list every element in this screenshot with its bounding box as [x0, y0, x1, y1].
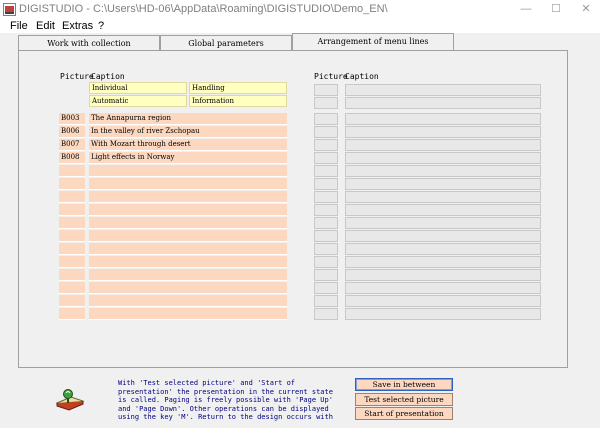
picture-cell[interactable] [59, 191, 85, 203]
caption-cell[interactable] [345, 97, 541, 109]
picture-cell[interactable] [314, 152, 338, 164]
left-header-picture: Picture [60, 72, 94, 81]
picture-cell[interactable] [314, 243, 338, 255]
option-information[interactable]: Information [189, 95, 287, 107]
picture-cell[interactable] [59, 165, 85, 177]
picture-cell[interactable] [59, 282, 85, 294]
picture-cell[interactable] [314, 230, 338, 242]
caption-cell[interactable] [345, 256, 541, 268]
picture-cell[interactable] [314, 139, 338, 151]
right-header-picture: Picture [314, 72, 348, 81]
caption-cell[interactable] [89, 269, 287, 281]
test-selected-picture-button[interactable]: Test selected picture [355, 393, 453, 406]
caption-cell[interactable] [345, 217, 541, 229]
picture-cell[interactable] [59, 308, 85, 320]
save-in-between-button[interactable]: Save in between [355, 378, 453, 391]
caption-cell[interactable]: In the valley of river Zschopau [89, 126, 287, 138]
caption-cell[interactable] [89, 230, 287, 242]
picture-cell[interactable] [59, 204, 85, 216]
picture-cell[interactable] [314, 282, 338, 294]
caption-cell[interactable] [345, 152, 541, 164]
caption-cell[interactable] [345, 113, 541, 125]
picture-cell[interactable] [59, 217, 85, 229]
picture-cell[interactable] [59, 230, 85, 242]
menu-help[interactable]: ? [98, 19, 104, 33]
caption-cell[interactable] [345, 230, 541, 242]
caption-cell[interactable] [345, 84, 541, 96]
picture-cell[interactable] [314, 204, 338, 216]
picture-cell[interactable] [314, 269, 338, 281]
picture-cell[interactable] [314, 308, 338, 320]
left-header-caption: Caption [91, 72, 125, 81]
picture-cell[interactable] [59, 269, 85, 281]
caption-cell[interactable] [345, 243, 541, 255]
caption-cell[interactable] [345, 126, 541, 138]
picture-cell[interactable]: B008 [59, 152, 85, 164]
picture-cell[interactable] [314, 126, 338, 138]
minimize-button[interactable]: — [512, 0, 540, 19]
picture-cell[interactable] [314, 165, 338, 177]
option-automatic[interactable]: Automatic [89, 95, 187, 107]
caption-cell[interactable] [89, 165, 287, 177]
info-text: With 'Test selected picture' and 'Start … [118, 379, 333, 421]
caption-cell[interactable] [89, 282, 287, 294]
caption-cell[interactable] [89, 191, 287, 203]
picture-cell[interactable] [59, 178, 85, 190]
picture-cell[interactable] [314, 191, 338, 203]
picture-cell[interactable] [59, 295, 85, 307]
caption-cell[interactable] [89, 243, 287, 255]
caption-cell[interactable] [89, 256, 287, 268]
menu-bar: File Edit Extras ? [0, 19, 600, 33]
menu-file[interactable]: File [10, 19, 28, 33]
right-header-caption: Caption [345, 72, 379, 81]
caption-cell[interactable] [89, 308, 287, 320]
picture-cell[interactable] [314, 178, 338, 190]
caption-cell[interactable] [345, 191, 541, 203]
picture-cell[interactable]: B006 [59, 126, 85, 138]
picture-cell[interactable] [59, 256, 85, 268]
menu-edit[interactable]: Edit [36, 19, 55, 33]
help-book-icon[interactable] [55, 385, 85, 411]
caption-cell[interactable] [345, 269, 541, 281]
app-icon [3, 3, 16, 16]
picture-cell[interactable]: B003 [59, 113, 85, 125]
caption-cell[interactable] [89, 178, 287, 190]
caption-cell[interactable]: Light effects in Norway [89, 152, 287, 164]
title-bar: DIGISTUDIO - C:\Users\HD-06\AppData\Roam… [0, 0, 600, 19]
caption-cell[interactable] [345, 204, 541, 216]
picture-cell[interactable] [314, 113, 338, 125]
picture-cell[interactable] [314, 84, 338, 96]
caption-cell[interactable] [89, 217, 287, 229]
picture-cell[interactable] [314, 295, 338, 307]
caption-cell[interactable]: The Annapurna region [89, 113, 287, 125]
caption-cell[interactable] [345, 139, 541, 151]
caption-cell[interactable] [345, 178, 541, 190]
caption-cell[interactable]: With Mozart through desert [89, 139, 287, 151]
caption-cell[interactable] [345, 165, 541, 177]
caption-cell[interactable] [345, 295, 541, 307]
option-individual[interactable]: Individual [89, 82, 187, 94]
picture-cell[interactable] [314, 97, 338, 109]
start-presentation-button[interactable]: Start of presentation [355, 407, 453, 420]
menu-extras[interactable]: Extras [62, 19, 93, 33]
caption-cell[interactable] [89, 204, 287, 216]
picture-cell[interactable] [314, 217, 338, 229]
caption-cell[interactable] [345, 308, 541, 320]
picture-cell[interactable] [314, 256, 338, 268]
close-button[interactable]: ✕ [572, 0, 600, 19]
window-title: DIGISTUDIO - C:\Users\HD-06\AppData\Roam… [19, 3, 388, 15]
caption-cell[interactable] [89, 295, 287, 307]
picture-cell[interactable] [59, 243, 85, 255]
picture-cell[interactable]: B007 [59, 139, 85, 151]
option-handling[interactable]: Handling [189, 82, 287, 94]
caption-cell[interactable] [345, 282, 541, 294]
maximize-button[interactable]: ☐ [542, 0, 570, 19]
